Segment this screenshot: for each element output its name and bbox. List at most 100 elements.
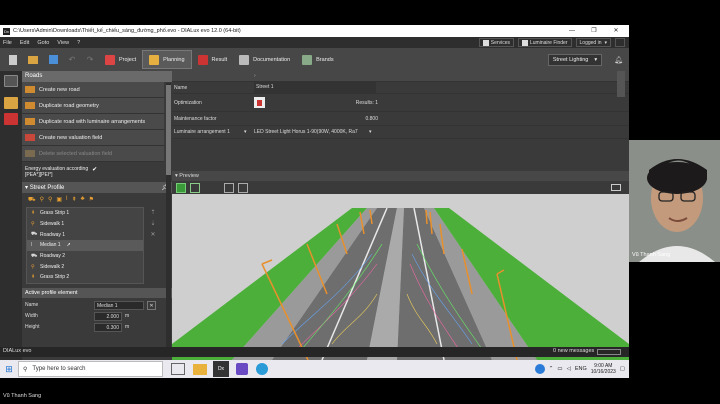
logged-in-dropdown[interactable]: Logged in ▾ [575,38,611,47]
menu-edit[interactable]: Edit [20,40,29,46]
maximize-icon[interactable]: ❐ [583,25,605,37]
expand-icon[interactable]: › [254,73,256,79]
energy-eval-checkbox[interactable]: ✔ [92,166,97,178]
road-3d-preview[interactable] [172,194,629,360]
add-grass-icon[interactable]: ⇞ [72,196,77,204]
add-road-icon[interactable]: ⛟ [28,196,36,204]
preview-header[interactable]: ▾ Preview [172,171,629,181]
weather-icon[interactable] [534,364,545,374]
add-median-icon[interactable]: ǀ [66,196,68,204]
tab-brands[interactable]: Brands [296,50,339,69]
height-input[interactable]: 0.300 [94,322,122,332]
save-icon[interactable] [43,50,63,69]
add-light-icon[interactable]: ⚑ [89,196,94,204]
edit-name-icon[interactable]: ✕ [147,300,156,310]
street-name-input[interactable]: Street 1 [254,82,376,93]
volume-icon[interactable]: ◁ [567,366,571,372]
chevron-down-icon[interactable]: ▾ [369,129,372,135]
minimize-icon[interactable]: — [561,25,583,37]
properties-header: › [172,71,629,82]
list-item-selected[interactable]: ǀ Median 1 ➚ [27,240,143,251]
open-file-icon[interactable] [23,50,43,69]
width-input[interactable]: 2.000 [94,311,122,321]
move-up-icon[interactable]: ⇡ [150,209,155,216]
undo-icon[interactable]: ↶ [63,50,81,69]
services-icon [482,39,489,46]
add-sidewalk-icon[interactable]: ⚲ [40,196,44,204]
preview-toolbar [172,181,629,194]
active-profile-header: Active profile element [22,287,172,298]
new-file-icon[interactable] [3,50,23,69]
dialux-taskbar-icon[interactable]: Dx [213,361,229,377]
add-parking-icon[interactable]: ▣ [56,196,62,204]
roads-tool-icon[interactable] [4,75,18,87]
chevron-down-icon[interactable]: ▾ [244,129,247,135]
close-icon[interactable]: ✕ [605,25,627,37]
profile-name-input[interactable]: Median 1 [94,300,144,310]
tab-result[interactable]: Result [192,50,234,69]
windows-start-icon[interactable]: ⊞ [0,364,18,375]
taskbar-search[interactable]: ⚲ Type here to search [18,361,163,377]
left-panel-scrollbar[interactable] [166,83,171,353]
tab-documentation[interactable]: Documentation [233,50,296,69]
3d-view-icon[interactable] [176,182,186,193]
property-row: Optimization Results: 1 [172,94,629,112]
zoom-fit-icon[interactable] [224,182,234,193]
optimization-icon[interactable] [254,97,265,108]
add-tree-icon[interactable]: ♣ [81,196,85,204]
webcam-name-label: Vũ Thanh Sang [632,252,671,258]
tab-project[interactable]: Project [99,50,142,69]
menu-goto[interactable]: Goto [37,40,49,46]
clock[interactable]: 9:00 AM 10/16/2023 [591,363,616,375]
preview-panel: ▾ Preview [172,171,629,360]
mode-select[interactable]: Street Lighting ▾ [547,53,603,66]
menu-file[interactable]: File [3,40,12,46]
properties-scrollbar[interactable] [617,71,625,97]
luminaire-finder-button[interactable]: Luminaire Finder [517,38,572,47]
task-view-icon[interactable] [171,363,185,375]
documentation-icon [239,54,250,65]
chevron-up-icon[interactable]: ⌃ [549,366,554,372]
list-item[interactable]: ⛟ Roadway 1 [27,229,143,241]
plan-view-icon[interactable] [190,182,200,193]
meeting-caption: Vũ Thanh Sang [3,393,42,399]
list-reorder-controls: ⇡ ⇣ ✕ [144,207,162,284]
list-item[interactable]: ⚲ Sidewalk 1 [27,218,143,230]
delete-item-icon[interactable]: ✕ [150,231,155,238]
duplicate-icon [25,102,35,109]
account-icon[interactable] [615,38,625,47]
fullscreen-icon[interactable] [611,184,621,191]
list-item[interactable]: ⇞ Grass Strip 1 [27,208,143,219]
luminaire-arrangement-value[interactable]: LED Street Light Horus 1-90(90W, 4000K, … [254,129,367,135]
delete-valuation-field-button[interactable]: Delete selected valuation field [22,146,164,162]
redo-icon[interactable]: ↷ [81,50,99,69]
teams-icon[interactable] [236,363,248,375]
tab-planning[interactable]: Planning [142,50,192,69]
menu-view[interactable]: View [57,40,69,46]
list-item[interactable]: ⇞ Grass Strip 2 [27,272,143,283]
list-item[interactable]: ⛟ Roadway 2 [27,250,143,262]
brands-icon [302,54,313,65]
maintenance-factor-value[interactable]: 0.800 [365,116,378,122]
title-bar: Dx C:\Users\Admin\Downloads\Thiết_kế_chi… [0,25,629,37]
duplicate-road-geometry-button[interactable]: Duplicate road geometry [22,98,164,114]
create-valuation-field-button[interactable]: Create new valuation field [22,130,164,146]
duplicate-road-luminaires-button[interactable]: Duplicate road with luminaire arrangemen… [22,114,164,130]
move-down-icon[interactable]: ⇣ [150,220,155,227]
notifications-icon[interactable]: ▢ [620,366,625,372]
create-new-road-button[interactable]: Create new road [22,82,164,98]
properties-panel: › Name Street 1 Optimization Results: 1 M… [172,71,629,171]
notification-bell-icon[interactable]: 🔔︎ [614,56,623,64]
street-profile-header[interactable]: ▾ Street Profile 📌︎ [22,182,172,193]
edge-icon[interactable] [256,363,268,375]
list-item[interactable]: ⚲ Sidewalk 2 [27,261,143,273]
services-button[interactable]: Services [478,38,514,47]
measure-icon[interactable] [238,182,248,193]
luminaire-tool-icon[interactable] [4,97,18,109]
network-icon[interactable]: ▭ [557,366,562,372]
add-bike-icon[interactable]: ⚲ [48,196,52,204]
file-explorer-icon[interactable] [193,363,207,375]
valuation-tool-icon[interactable] [4,113,18,125]
menu-help[interactable]: ? [77,40,80,46]
profile-list-wrap: ⇞ Grass Strip 1 ⚲ Sidewalk 1 ⛟ Roadway 1 ǀM… [22,207,172,284]
